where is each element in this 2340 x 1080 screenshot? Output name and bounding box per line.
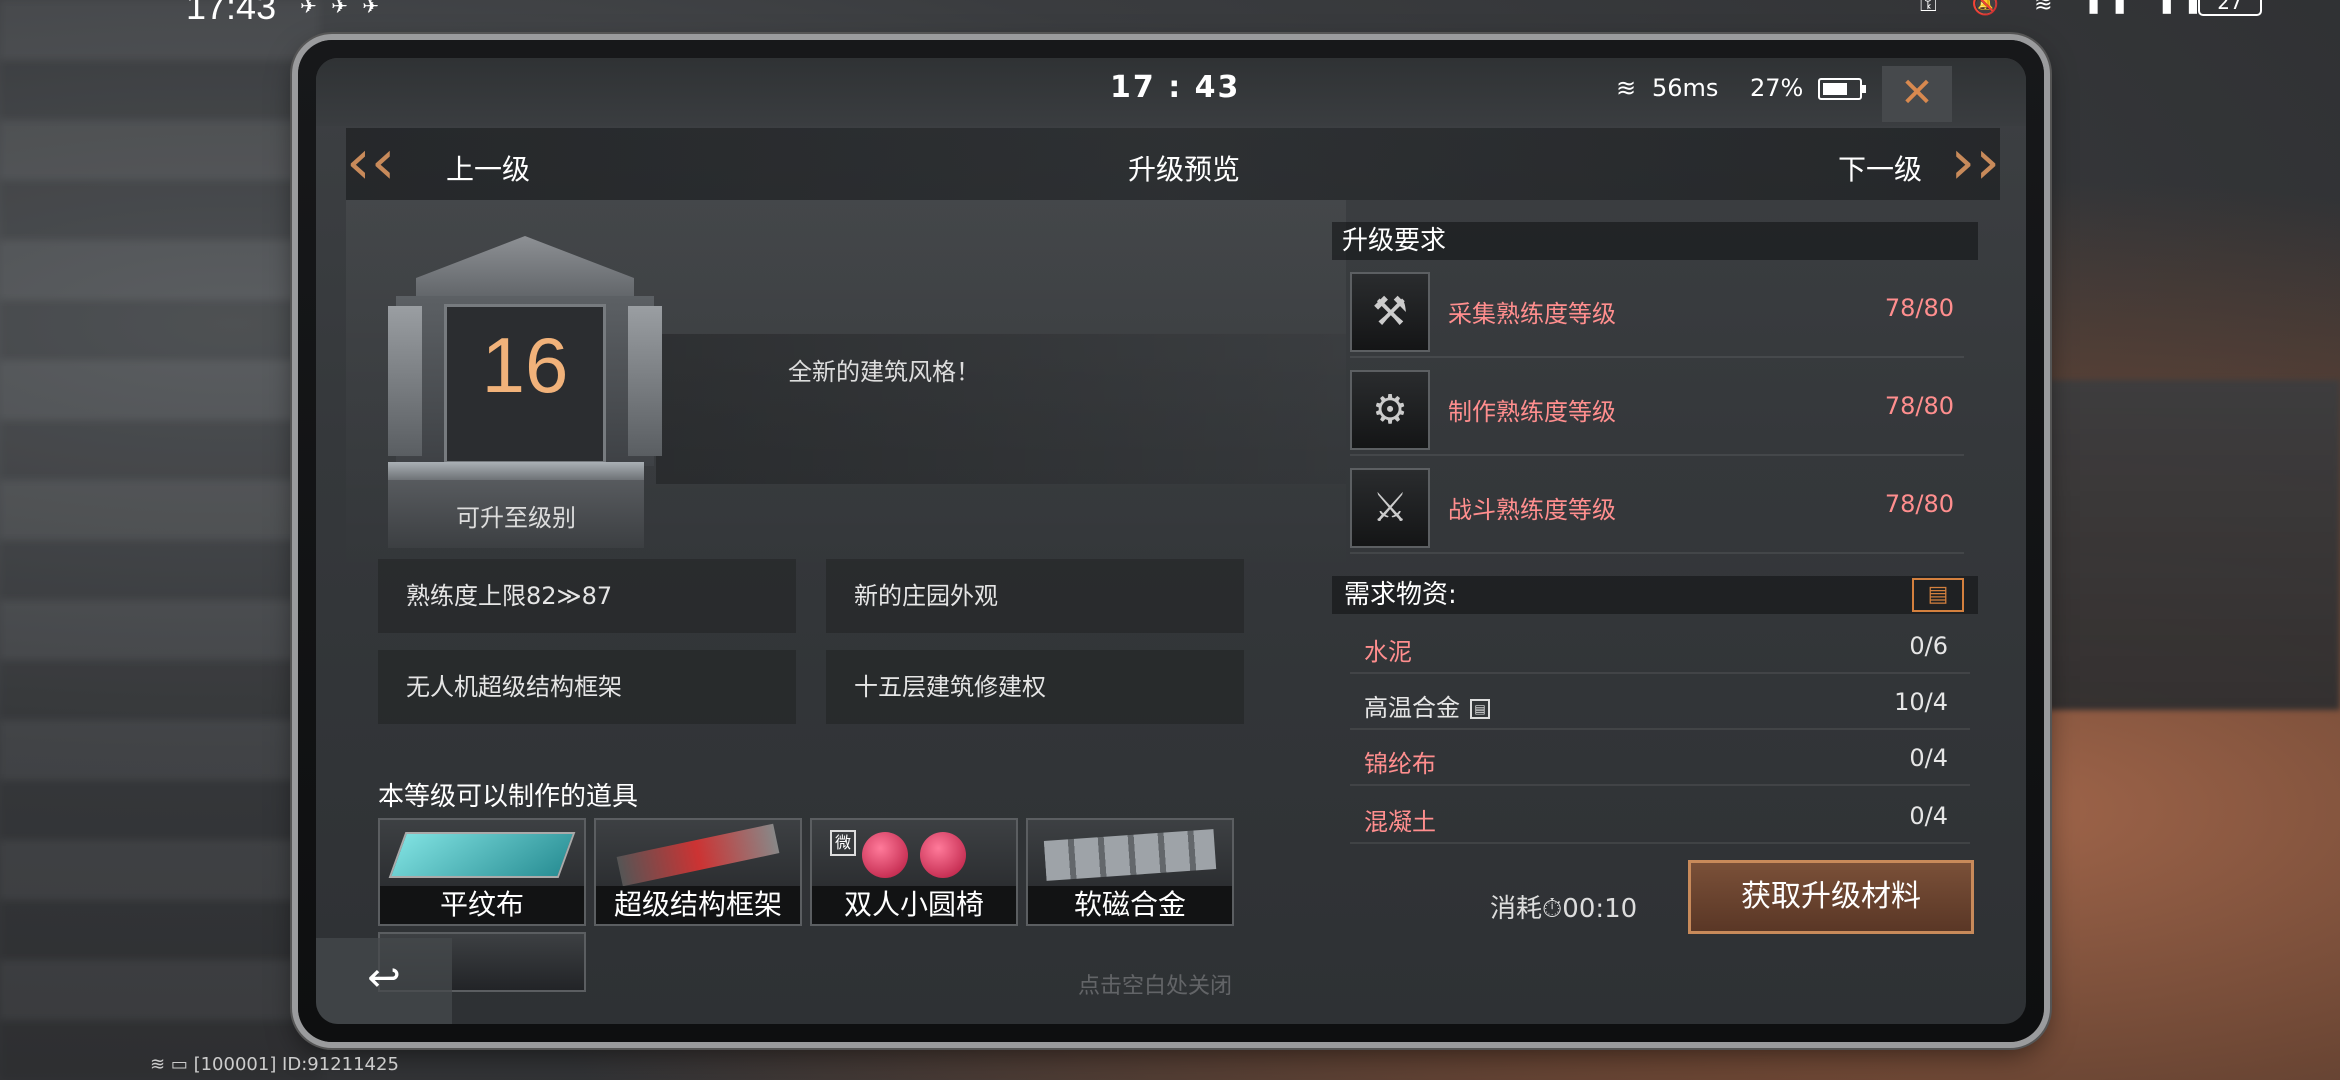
- item-label: 双人小圆椅: [812, 886, 1016, 924]
- next-level-button[interactable]: 下一级: [1838, 148, 1922, 188]
- feature-banner: [656, 334, 1346, 484]
- phone-battery: 27: [2198, 0, 2262, 16]
- requirement-row: ⚒ 采集熟练度等级 78/80: [1350, 262, 1964, 358]
- badge-pillar: [628, 306, 662, 456]
- level-nav: ‹‹ 上一级 升级预览 下一级 ››: [346, 128, 2000, 200]
- perk-item: 十五层建筑修建权: [826, 650, 1244, 724]
- materials-title: 需求物资:: [1332, 576, 1978, 614]
- system-icons: ⚿ 🔕 ≋ ▮▮ ▮▮: [1920, 0, 2213, 17]
- phone-clock: 17:43: [186, 0, 277, 27]
- level-label: 可升至级别: [456, 504, 576, 532]
- back-arrow-icon: ↩: [367, 955, 401, 1001]
- item-label: 超级结构框架: [596, 886, 800, 924]
- craft-item-super-frame[interactable]: 超级结构框架: [594, 818, 802, 926]
- alloy-icon: [1043, 829, 1217, 881]
- material-value: 0/4: [1909, 802, 1948, 830]
- requirements-title: 升级要求: [1332, 222, 1978, 260]
- close-icon: ✕: [1900, 70, 1934, 116]
- perk-item: 新的庄园外观: [826, 559, 1244, 633]
- level-badge: 16: [388, 236, 662, 466]
- background-right: [2000, 380, 2340, 710]
- requirement-name: 制作熟练度等级: [1448, 398, 1616, 426]
- badge-pillar: [388, 306, 422, 456]
- material-name: 水泥: [1364, 638, 1412, 666]
- close-button[interactable]: ✕: [1882, 66, 1952, 122]
- upgrade-preview-dialog: 17 : 43 ≋ 56ms 27% ✕ ‹‹ 上一级 升级预览 下一级 ›› …: [316, 58, 2026, 1024]
- page-title: 升级预览: [1128, 153, 1241, 186]
- perk-item: 无人机超级结构框架: [378, 650, 796, 724]
- material-name: 混凝土: [1364, 808, 1436, 836]
- material-value: 10/4: [1894, 688, 1948, 716]
- background-left: [0, 0, 320, 1080]
- ping-value: 56ms: [1652, 74, 1719, 102]
- cloth-icon: [388, 832, 576, 878]
- target-level: 16: [481, 321, 569, 409]
- next-level-arrow-icon[interactable]: ››: [1930, 131, 2000, 196]
- requirement-row: ⚙ 制作熟练度等级 78/80: [1350, 360, 1964, 456]
- material-row: 锦纶布 0/4: [1350, 730, 1970, 786]
- frame-icon: [616, 823, 780, 887]
- material-row: 混凝土 0/4: [1350, 788, 1970, 844]
- storage-box-icon[interactable]: ▤: [1912, 578, 1964, 612]
- requirement-row: ⚔ 战斗熟练度等级 78/80: [1350, 458, 1964, 554]
- craft-item-soft-alloy[interactable]: 软磁合金: [1026, 818, 1234, 926]
- material-row: 高温合金 ▤ 10/4: [1350, 674, 1970, 730]
- requirement-value: 78/80: [1884, 294, 1954, 322]
- requirement-name: 采集熟练度等级: [1448, 300, 1616, 328]
- phone-status-bar: 17:43 ✈ ✈ ✈ ⚿ 🔕 ≋ ▮▮ ▮▮ 27: [0, 0, 2340, 28]
- chairs-icon: [862, 832, 966, 878]
- prev-level-arrow-icon[interactable]: ‹‹: [346, 131, 416, 196]
- game-status-bar: 17 : 43 ≋ 56ms 27% ✕: [316, 58, 2026, 126]
- tablet-frame: 17 : 43 ≋ 56ms 27% ✕ ‹‹ 上一级 升级预览 下一级 ›› …: [298, 40, 2044, 1042]
- material-value: 0/4: [1909, 744, 1948, 772]
- material-value: 0/6: [1909, 632, 1948, 660]
- gather-skill-icon: ⚒: [1350, 272, 1430, 352]
- wifi-icon: ≋: [1616, 74, 1637, 102]
- material-name: 锦纶布: [1364, 750, 1436, 778]
- material-name: 高温合金: [1364, 694, 1460, 722]
- craft-item-double-chair[interactable]: 微 双人小圆椅: [810, 818, 1018, 926]
- prev-level-button[interactable]: 上一级: [446, 148, 530, 188]
- tap-to-close-hint[interactable]: 点击空白处关闭: [1078, 968, 1232, 1000]
- material-row: 水泥 0/6: [1350, 618, 1970, 674]
- wifi-icon: ≋: [150, 1054, 166, 1075]
- cost-time: 消耗⏱00:10: [1490, 894, 1638, 924]
- combat-skill-icon: ⚔: [1350, 468, 1430, 548]
- feature-text: 全新的建筑风格！: [788, 358, 980, 386]
- battery-icon: ▭: [170, 1054, 188, 1075]
- craft-item-plain-cloth[interactable]: 平纹布: [378, 818, 586, 926]
- notification-icons: ✈ ✈ ✈: [300, 0, 383, 18]
- requirement-value: 78/80: [1884, 490, 1954, 518]
- craft-skill-icon: ⚙: [1350, 370, 1430, 450]
- item-label: 软磁合金: [1028, 886, 1232, 924]
- back-button[interactable]: ↩: [316, 938, 452, 1024]
- game-clock: 17 : 43: [1110, 70, 1241, 105]
- battery-icon: [1818, 78, 1866, 100]
- micro-tag-icon: 微: [830, 830, 856, 856]
- requirement-value: 78/80: [1884, 392, 1954, 420]
- battery-percent: 27%: [1750, 74, 1804, 102]
- storage-box-icon: ▤: [1470, 699, 1490, 719]
- player-id: ≋ ▭ [100001] ID:91211425: [150, 1054, 399, 1075]
- requirement-name: 战斗熟练度等级: [1448, 496, 1616, 524]
- perk-item: 熟练度上限82≫87: [378, 559, 796, 633]
- get-materials-button[interactable]: 获取升级材料: [1688, 860, 1974, 934]
- item-label: 平纹布: [380, 886, 584, 924]
- craftable-title: 本等级可以制作的道具: [378, 782, 639, 812]
- timer-icon: ⏱: [1542, 894, 1563, 924]
